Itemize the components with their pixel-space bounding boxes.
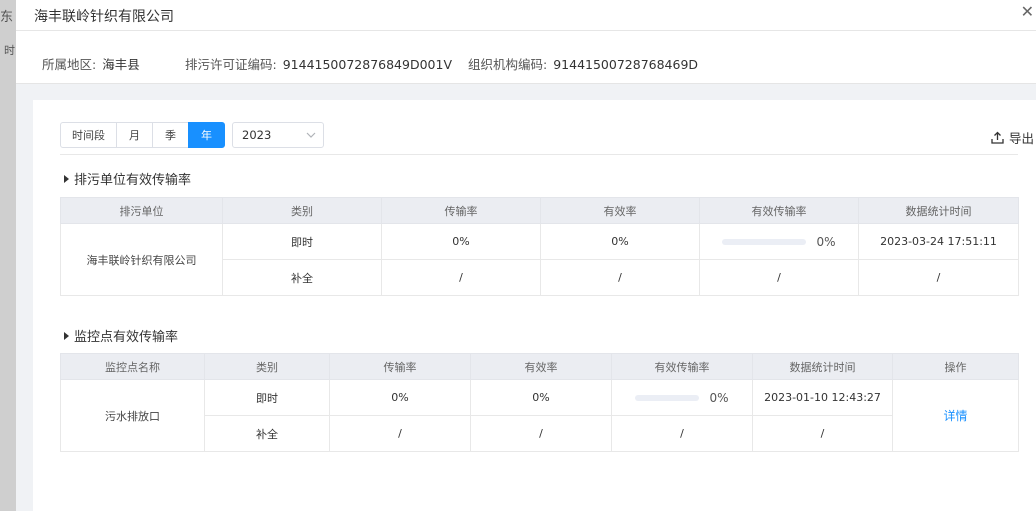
upload-icon [991,131,1004,144]
column-header: 传输率 [381,197,541,224]
effective-rate-cell: 0% [699,223,859,260]
category-cell: 即时 [204,379,330,416]
stat-time-cell: / [858,259,1019,296]
permit-label: 排污许可证编码: [185,57,277,72]
transmit-rate-cell: 0% [381,223,541,260]
period-button-quarter[interactable]: 季 [152,122,189,148]
column-header: 传输率 [329,353,471,380]
action-cell: 详情 [892,379,1019,452]
valid-rate-cell: / [540,259,700,296]
column-header: 类别 [204,353,330,380]
info-bar: 所属地区: 海丰县 排污许可证编码: 9144150072876849D001V 组… [16,31,1036,84]
year-select-value: 2023 [242,128,272,142]
monitor-rate-table: 监控点名称 类别 传输率 有效率 有效传输率 数据统计时间 操作 污水排放口 即… [60,353,1019,452]
category-cell: 补全 [222,259,382,296]
stat-time-cell: / [752,415,893,452]
unit-section-title-text: 排污单位有效传输率 [74,173,192,188]
dialog-header: 海丰联岭针织有限公司 ✕ [16,0,1036,31]
org-info: 组织机构编码: 91441500728768469D [468,54,698,73]
monitor-point-name-cell: 污水排放口 [60,379,205,452]
stat-time-cell: 2023-03-24 17:51:11 [858,223,1019,260]
period-button-range[interactable]: 时间段 [60,122,117,148]
column-header: 数据统计时间 [752,353,893,380]
monitor-section-title-text: 监控点有效传输率 [74,330,179,345]
effective-rate-progress-bar [722,238,807,245]
effective-rate-cell: / [611,415,753,452]
unit-section-title: 排污单位有效传输率 [64,169,191,188]
effective-rate-percent: 0% [709,390,729,405]
column-header: 有效传输率 [611,353,753,380]
column-header: 有效率 [540,197,700,224]
background-tab-fragment: 东 [0,10,14,25]
dialog-title: 海丰联岭针织有限公司 [34,9,174,25]
period-selector: 时间段 月 季 年 [60,122,225,148]
unit-rate-table: 排污单位 类别 传输率 有效率 有效传输率 数据统计时间 海丰联岭针织有限公司 … [60,197,1019,296]
valid-rate-cell: / [470,415,612,452]
table-row: 海丰联岭针织有限公司 即时 0% 0% 0% 2023-03-24 17:51:… [60,223,1019,296]
org-value: 91441500728768469D [553,57,699,72]
region-info: 所属地区: 海丰县 [42,54,140,73]
close-icon[interactable]: ✕ [1021,3,1034,21]
toolbar-divider [60,154,1018,155]
column-header: 有效传输率 [699,197,859,224]
effective-rate-progress-bar [635,394,700,401]
monitor-section-title: 监控点有效传输率 [64,326,178,345]
region-label: 所属地区: [42,57,97,72]
caret-right-icon [64,331,69,340]
chevron-down-icon [306,132,316,138]
region-value: 海丰县 [102,57,140,72]
transmit-rate-cell: / [329,415,471,452]
export-button[interactable]: 导出 [991,128,1034,147]
caret-right-icon [64,174,69,183]
stat-time-cell: 2023-01-10 12:43:27 [752,379,893,416]
category-cell: 补全 [204,415,330,452]
background-sub-fragment: 时 [4,44,15,57]
column-header: 有效率 [470,353,612,380]
detail-dialog: 海丰联岭针织有限公司 ✕ 所属地区: 海丰县 排污许可证编码: 9144150072… [16,0,1036,511]
effective-rate-cell: / [699,259,859,296]
detail-link[interactable]: 详情 [943,409,967,423]
content-panel: 时间段 月 季 年 2023 导出 排污单位有效传输率 排污单位 类别 传输率 … [33,100,1036,511]
export-label: 导出 [1008,131,1034,146]
transmit-rate-cell: / [381,259,541,296]
valid-rate-cell: 0% [470,379,612,416]
effective-rate-percent: 0% [816,234,836,249]
column-header: 监控点名称 [60,353,205,380]
category-cell: 即时 [222,223,382,260]
effective-rate-cell: 0% [611,379,753,416]
permit-value: 9144150072876849D001V [282,57,452,72]
table-header-row: 排污单位 类别 传输率 有效率 有效传输率 数据统计时间 [60,197,1019,224]
valid-rate-cell: 0% [540,223,700,260]
column-header: 数据统计时间 [858,197,1019,224]
permit-info: 排污许可证编码: 9144150072876849D001V [185,54,452,73]
table-row: 补全 / / / / [61,415,1019,452]
column-header: 操作 [892,353,1019,380]
column-header: 类别 [222,197,382,224]
org-label: 组织机构编码: [468,57,548,72]
period-button-year[interactable]: 年 [188,122,225,148]
transmit-rate-cell: 0% [329,379,471,416]
table-header-row: 监控点名称 类别 传输率 有效率 有效传输率 数据统计时间 操作 [60,353,1019,380]
table-row: 污水排放口 即时 0% 0% 0% 2023-01-10 12:43:27 详情 [60,379,1019,452]
column-header: 排污单位 [60,197,223,224]
year-select[interactable]: 2023 [232,122,324,148]
period-button-month[interactable]: 月 [116,122,153,148]
unit-name-cell: 海丰联岭针织有限公司 [60,223,223,296]
